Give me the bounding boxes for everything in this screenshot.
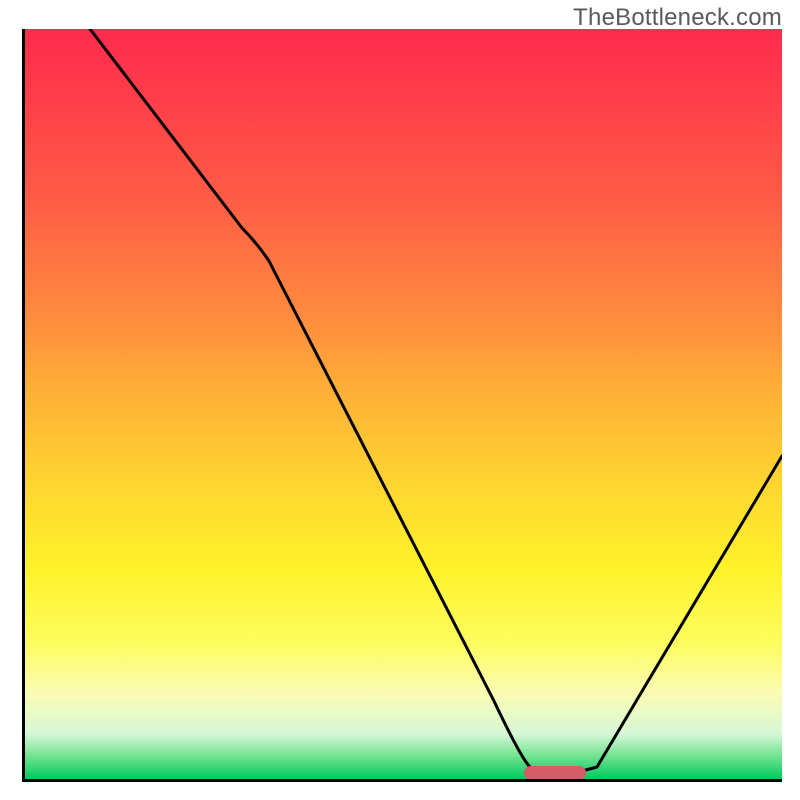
chart-container: TheBottleneck.com xyxy=(0,0,800,800)
watermark-text: TheBottleneck.com xyxy=(573,4,782,32)
x-axis xyxy=(22,779,782,782)
gradient-background xyxy=(25,29,782,779)
y-axis xyxy=(22,29,25,782)
trough-marker xyxy=(524,766,586,780)
plot-area xyxy=(22,29,782,782)
